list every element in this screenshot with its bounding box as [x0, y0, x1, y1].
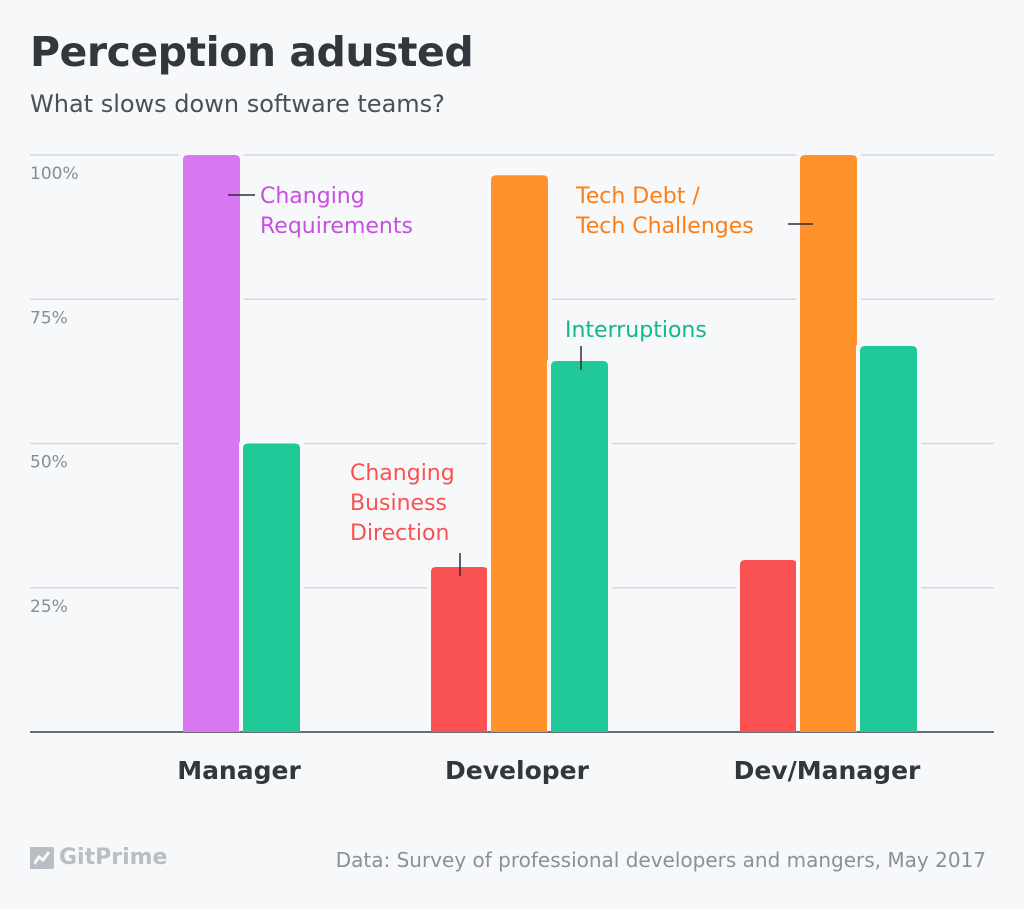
- annotation-line: Interruptions: [565, 318, 707, 343]
- bar-interruptions-manager: [243, 443, 300, 732]
- y-tick-label: 25%: [30, 597, 68, 617]
- annotation-tech-debt: Tech Debt / Tech Challenges: [575, 184, 813, 239]
- gitprime-logo: GitPrime: [29, 845, 167, 870]
- y-tick-label: 75%: [30, 308, 68, 328]
- y-tick-label: 50%: [30, 453, 68, 473]
- annotation-label: Tech Debt / Tech Challenges: [575, 184, 754, 239]
- annotation-label: Changing Requirements: [260, 184, 413, 239]
- annotation-line: Tech Challenges: [575, 214, 754, 239]
- bar-interruptions-dev-manager: [860, 345, 917, 732]
- annotation-line: Changing: [260, 184, 365, 209]
- bar-changing_business_direction-developer: [431, 566, 488, 732]
- x-category-label: Developer: [445, 756, 590, 785]
- bar-changing_requirements-manager: [183, 155, 240, 732]
- source-note: Data: Survey of professional developers …: [335, 848, 986, 872]
- annotation-line: Changing: [350, 461, 455, 486]
- x-category-label: Dev/Manager: [734, 756, 921, 785]
- annotation-line: Tech Debt /: [575, 184, 700, 209]
- bar-interruptions-developer: [551, 360, 608, 732]
- annotation-line: Direction: [350, 521, 449, 546]
- y-tick-label: 100%: [30, 164, 79, 184]
- gitprime-chart-icon: [30, 846, 54, 869]
- annotation-changing-business-direction: Changing Business Direction: [350, 461, 461, 576]
- bar-tech_debt-dev-manager: [800, 155, 857, 732]
- bar-tech_debt-developer: [491, 175, 548, 732]
- annotation-label: Changing Business Direction: [350, 461, 455, 546]
- logo-text: GitPrime: [59, 845, 168, 870]
- x-category-label: Manager: [177, 756, 301, 785]
- annotation-changing-requirements: Changing Requirements: [228, 184, 413, 239]
- annotation-line: Business: [350, 491, 447, 516]
- bar-chart: 25% 50% 75% 100% Manager Developer Dev/Manage…: [30, 154, 994, 785]
- annotation-line: Requirements: [260, 214, 413, 239]
- annotation-label: Interruptions: [565, 318, 707, 343]
- bar-changing_business_direction-dev-manager: [740, 560, 797, 732]
